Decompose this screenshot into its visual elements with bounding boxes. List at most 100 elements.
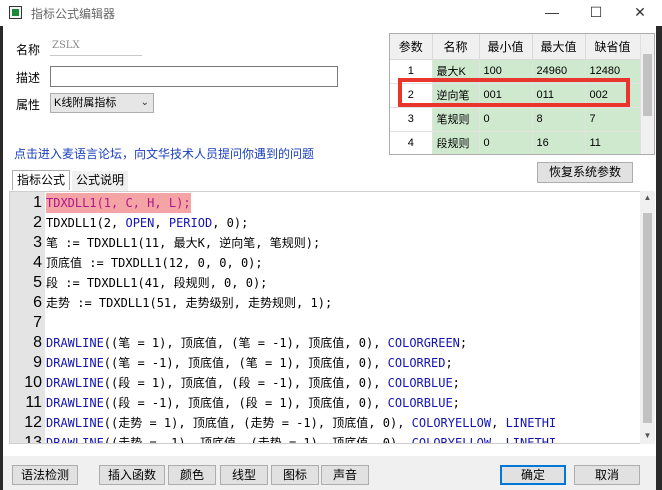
code-line[interactable]: 12 DRAWLINE((走势 = 1), 顶底值, (走势 = -1), 顶底值… (10, 413, 641, 433)
code-token: DRAWLINE (46, 376, 104, 390)
code-token: C (125, 196, 133, 210)
code-token: ; (452, 376, 460, 390)
description-label: 描述 (16, 71, 41, 85)
code-token: ; (445, 356, 453, 370)
code-token: COLORBLUE (387, 376, 453, 390)
code-line[interactable]: 7 (10, 313, 641, 333)
param-index: 4 (390, 131, 433, 154)
line-number: 5 (33, 274, 42, 291)
code-token: , (154, 196, 169, 210)
code-token: , (491, 436, 506, 444)
forum-link[interactable]: 点击进入麦语言论坛，向文华技术人员提问你遇到的问题 (14, 145, 314, 162)
code-token: , (154, 216, 169, 230)
code-token: PERIOD (168, 216, 213, 230)
code-token: ((笔 = -1), 顶底值, (笔 = 1), 顶底值, 0), (103, 356, 388, 370)
code-line[interactable]: 2 TDXDLL1(2, OPEN, PERIOD, 0); (10, 213, 641, 233)
line-number: 7 (33, 314, 42, 331)
code-line[interactable]: 11 DRAWLINE((段 = -1), 顶底值, (段 = 1), 顶底值, … (10, 393, 641, 413)
parameter-scrollbar-thumb[interactable] (643, 54, 652, 116)
cancel-button[interactable]: 取消 (574, 465, 640, 485)
code-token: ); (176, 196, 191, 210)
code-token: COLORBLUE (387, 396, 453, 410)
restore-params-button[interactable]: 恢复系统参数 (537, 162, 633, 183)
attribute-label: 属性 (16, 98, 41, 112)
editor-scrollbar-thumb[interactable] (643, 213, 652, 423)
icon-button[interactable]: 图标 (271, 465, 319, 485)
minimize-icon[interactable]: — (530, 0, 574, 26)
parameter-row[interactable]: 3 笔规则 0 8 7 (390, 107, 641, 132)
parameter-scrollbar[interactable] (640, 34, 654, 154)
code-token: , 0); (212, 216, 249, 230)
code-token: DRAWLINE (46, 336, 104, 350)
line-number: 2 (33, 214, 42, 231)
code-text: DRAWLINE((笔 = -1), 顶底值, (笔 = 1), 顶底值, 0)… (46, 353, 453, 373)
code-line[interactable]: 3 笔 := TDXDLL1(11, 最大K, 逆向笔, 笔规则); (10, 233, 641, 253)
param-name[interactable]: 笔规则 (432, 107, 480, 132)
tab-description[interactable]: 公式说明 (72, 171, 129, 191)
code-token: DRAWLINE (46, 356, 104, 370)
code-token: ; (459, 336, 468, 350)
description-input[interactable] (50, 66, 338, 87)
param-header-min: 最小值 (479, 34, 533, 60)
line-number: 3 (33, 234, 42, 251)
parameter-header-row: 参数 名称 最小值 最大值 缺省值 (390, 34, 641, 60)
param-max[interactable]: 8 (532, 107, 586, 132)
code-editor[interactable]: 1 TDXDLL1(1, C, H, L); 2 TDXDLL1(2, OPEN, P… (9, 191, 655, 444)
code-text: DRAWLINE((笔 = 1), 顶底值, (笔 = -1), 顶底值, 0)… (46, 333, 467, 353)
param-default[interactable]: 7 (585, 107, 641, 132)
code-text: 走势 := TDXDLL1(51, 走势级别, 走势规则, 1); (46, 293, 332, 313)
sound-button[interactable]: 声音 (321, 465, 369, 485)
code-text: DRAWLINE((段 = -1), 顶底值, (段 = 1), 顶底值, 0)… (46, 393, 460, 413)
param-name[interactable]: 段规则 (432, 131, 480, 154)
line-number: 9 (33, 354, 42, 371)
code-token: OPEN (125, 216, 155, 230)
code-token: 段 := TDXDLL1(41, 段规则, 0, 0); (46, 276, 268, 290)
code-line[interactable]: 5 段 := TDXDLL1(41, 段规则, 0, 0); (10, 273, 641, 293)
code-line[interactable]: 4 顶底值 := TDXDLL1(12, 0, 0, 0); (10, 253, 641, 273)
code-line[interactable]: 13 DRAWLINE((走势 = -1), 顶底值, (走势 = 1), 顶底值… (10, 433, 641, 444)
code-token: COLORGREEN (387, 336, 460, 350)
code-text: TDXDLL1(1, C, H, L); (46, 193, 191, 213)
param-default[interactable]: 11 (585, 131, 641, 154)
param-min[interactable]: 0 (479, 107, 533, 132)
param-header-max: 最大值 (532, 34, 586, 60)
editor-scrollbar[interactable]: ▲ ▼ (640, 191, 655, 444)
param-max[interactable]: 16 (532, 131, 586, 154)
line-type-button[interactable]: 线型 (220, 465, 268, 485)
code-line[interactable]: 9 DRAWLINE((笔 = -1), 顶底值, (笔 = 1), 顶底值, 0… (10, 353, 641, 373)
color-button[interactable]: 颜色 (168, 465, 216, 485)
window-edge-left (0, 26, 3, 490)
ok-button[interactable]: 确定 (500, 465, 566, 485)
code-token: 笔 := TDXDLL1(11, 最大K, 逆向笔, 笔规则); (46, 236, 321, 250)
code-token: 走势 := TDXDLL1(51, 走势级别, 走势规则, 1); (46, 296, 333, 310)
insert-function-button[interactable]: 插入函数 (99, 465, 165, 485)
scroll-up-icon[interactable]: ▲ (640, 193, 655, 202)
parameter-row[interactable]: 4 段规则 0 16 11 (390, 131, 641, 154)
code-token: ((笔 = 1), 顶底值, (笔 = -1), 顶底值, 0), (103, 336, 388, 350)
line-number: 1 (33, 194, 42, 211)
scroll-down-icon[interactable]: ▼ (640, 431, 655, 440)
line-number: 13 (24, 434, 42, 444)
param-header-index: 参数 (390, 34, 433, 60)
line-number: 4 (33, 254, 42, 271)
code-token: ((段 = 1), 顶底值, (段 = -1), 顶底值, 0), (103, 376, 388, 390)
code-line[interactable]: 1 TDXDLL1(1, C, H, L); (10, 193, 641, 213)
code-line[interactable]: 8 DRAWLINE((笔 = 1), 顶底值, (笔 = -1), 顶底值, 0… (10, 333, 641, 353)
code-text: DRAWLINE((走势 = 1), 顶底值, (走势 = -1), 顶底值, … (46, 413, 556, 433)
code-token: COLORYELLOW (411, 416, 492, 430)
attribute-select[interactable]: K线附属指标 ⌄ (50, 93, 154, 113)
maximize-icon[interactable]: ☐ (574, 0, 618, 26)
row-highlight-box (398, 78, 630, 107)
syntax-check-button[interactable]: 语法检测 (12, 465, 78, 485)
close-icon[interactable]: ✕ (618, 0, 662, 26)
code-text: TDXDLL1(2, OPEN, PERIOD, 0); (46, 213, 248, 233)
code-token: COLORYELLOW (411, 436, 492, 444)
code-text: DRAWLINE((走势 = -1), 顶底值, (走势 = 1), 顶底值, … (46, 433, 556, 444)
code-token: DRAWLINE (46, 416, 104, 430)
tab-formula[interactable]: 指标公式 (12, 170, 71, 190)
param-min[interactable]: 0 (479, 131, 533, 154)
name-field[interactable]: ZSLX (50, 38, 142, 56)
code-line[interactable]: 6 走势 := TDXDLL1(51, 走势级别, 走势规则, 1); (10, 293, 641, 313)
code-token: COLORRED (387, 356, 446, 370)
code-line[interactable]: 10 DRAWLINE((段 = 1), 顶底值, (段 = -1), 顶底值, … (10, 373, 641, 393)
